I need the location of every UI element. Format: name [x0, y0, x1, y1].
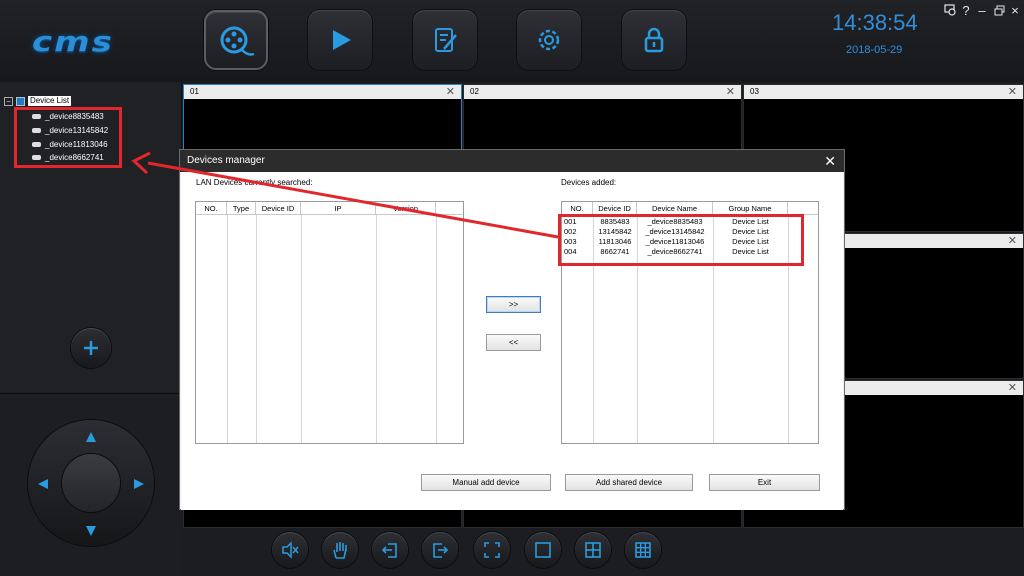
- annotation-arrow: [131, 151, 559, 239]
